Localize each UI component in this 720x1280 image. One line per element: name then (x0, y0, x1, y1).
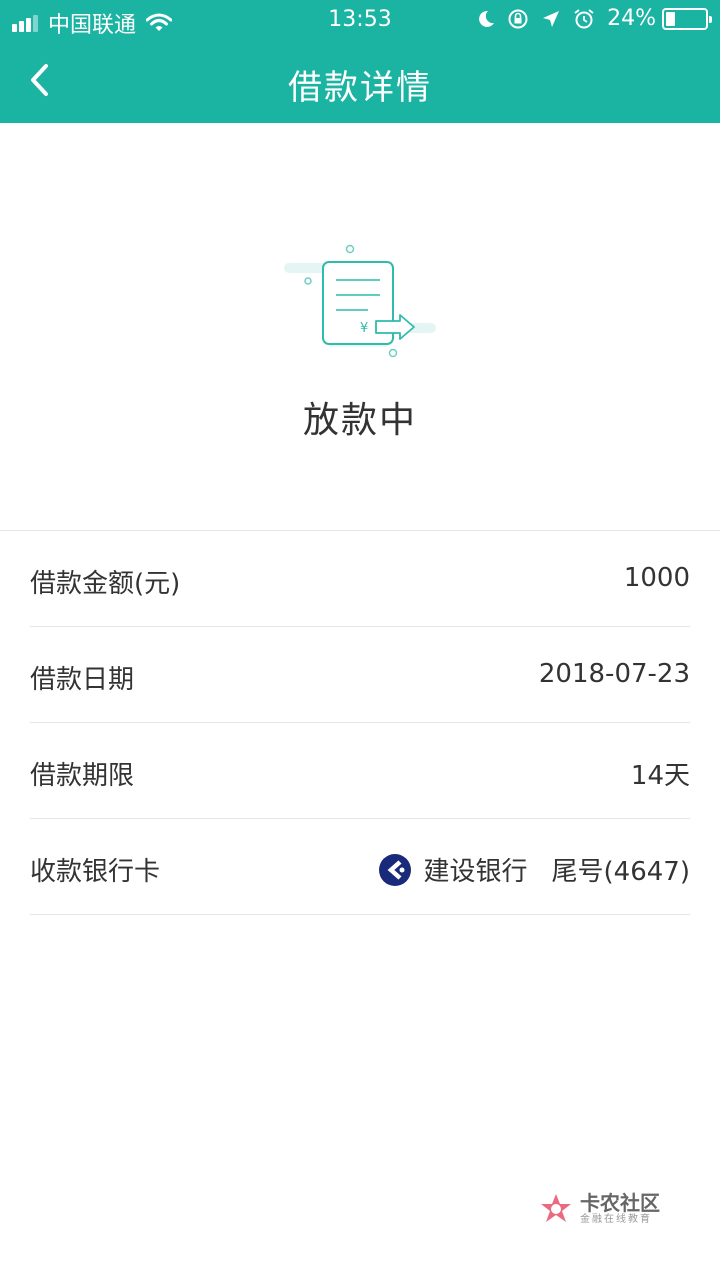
date-value: 2018-07-23 (538, 659, 690, 689)
bank-card-label: 收款银行卡 (30, 857, 161, 887)
amount-value: 1000 (623, 563, 690, 593)
status-bar: 中国联通 13:53 24% (0, 0, 720, 40)
nav-bar: 借款详情 (0, 40, 720, 123)
loan-details-list: 借款金额(元) 1000 借款日期 2018-07-23 借款期限 14天 收款… (30, 531, 690, 915)
battery-cap (709, 15, 712, 23)
card-tail-number: 尾号(4647) (551, 857, 690, 887)
status-hero: ¥ 放款中 (0, 123, 720, 530)
rotation-lock-icon (507, 8, 529, 30)
term-value: 14天 (630, 761, 690, 791)
watermark: 卡农社区 金融在线教育 (538, 1190, 678, 1230)
watermark-subtitle: 金融在线教育 (580, 1214, 652, 1225)
bank-card-value: 建设银行 尾号(4647) (378, 851, 690, 888)
battery-icon (662, 7, 712, 30)
ccb-bank-icon (378, 853, 411, 886)
app-header: 中国联通 13:53 24% 借款详情 (0, 0, 720, 123)
watermark-text: 卡农社区 金融在线教育 (580, 1193, 660, 1227)
term-label: 借款期限 (30, 761, 135, 791)
moon-icon (477, 9, 495, 29)
svg-text:¥: ¥ (360, 321, 368, 336)
alarm-icon (573, 8, 595, 30)
battery-percent: 24% (607, 6, 656, 31)
amount-label: 借款金额(元) (30, 569, 181, 599)
kanong-logo-icon (541, 1194, 571, 1222)
date-label: 借款日期 (30, 665, 135, 695)
watermark-title: 卡农社区 (580, 1191, 660, 1215)
detail-row-date: 借款日期 2018-07-23 (30, 627, 690, 723)
bank-name: 建设银行 (423, 857, 528, 887)
document-transfer-icon: ¥ (284, 244, 436, 358)
status-right: 24% (465, 6, 712, 31)
detail-row-amount: 借款金额(元) 1000 (30, 531, 690, 627)
loan-status: 放款中 (302, 400, 417, 441)
detail-row-bank-card: 收款银行卡 建设银行 尾号(4647) (30, 819, 690, 915)
battery-fill (666, 11, 675, 26)
page-title: 借款详情 (288, 68, 432, 108)
location-icon (541, 9, 561, 29)
detail-row-term: 借款期限 14天 (30, 723, 690, 819)
